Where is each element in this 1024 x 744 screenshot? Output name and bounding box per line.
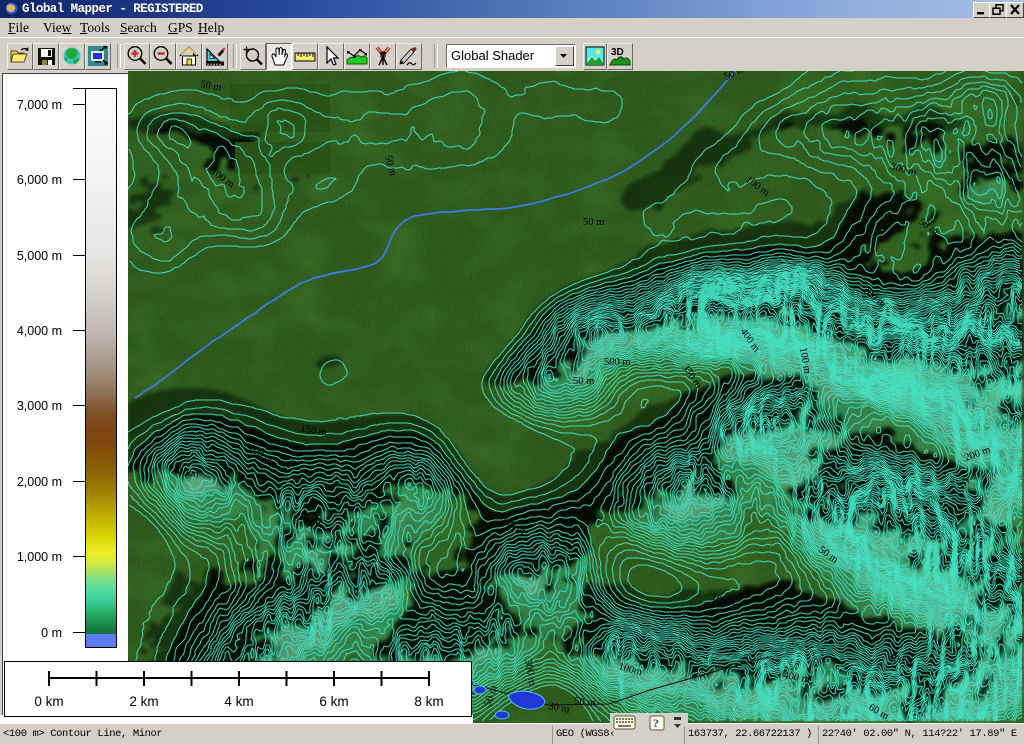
svg-text:6 km: 6 km (319, 694, 348, 709)
svg-text:1,000 m: 1,000 m (17, 550, 62, 564)
svg-text:4,000 m: 4,000 m (17, 324, 62, 338)
svg-text:5,000 m: 5,000 m (17, 249, 62, 263)
svg-text:8 km: 8 km (414, 694, 443, 709)
svg-text:3,000 m: 3,000 m (17, 399, 62, 413)
svg-text:?: ? (653, 716, 659, 730)
svg-text:2 km: 2 km (129, 694, 158, 709)
svg-text:2,000 m: 2,000 m (17, 475, 62, 489)
svg-text:50 m: 50 m (573, 376, 594, 387)
svg-text:4 km: 4 km (224, 694, 253, 709)
svg-text:6,000 m: 6,000 m (17, 173, 62, 187)
svg-text:0 m: 0 m (41, 626, 62, 640)
svg-text:400: 400 (1013, 180, 1024, 191)
svg-text:0 km: 0 km (34, 694, 63, 709)
svg-text:50 m: 50 m (583, 217, 604, 228)
svg-text:3D: 3D (611, 47, 624, 58)
svg-text:7,000 m: 7,000 m (17, 98, 62, 112)
svg-text:50 m: 50 m (574, 696, 596, 709)
svg-text:500 m: 500 m (604, 357, 631, 368)
